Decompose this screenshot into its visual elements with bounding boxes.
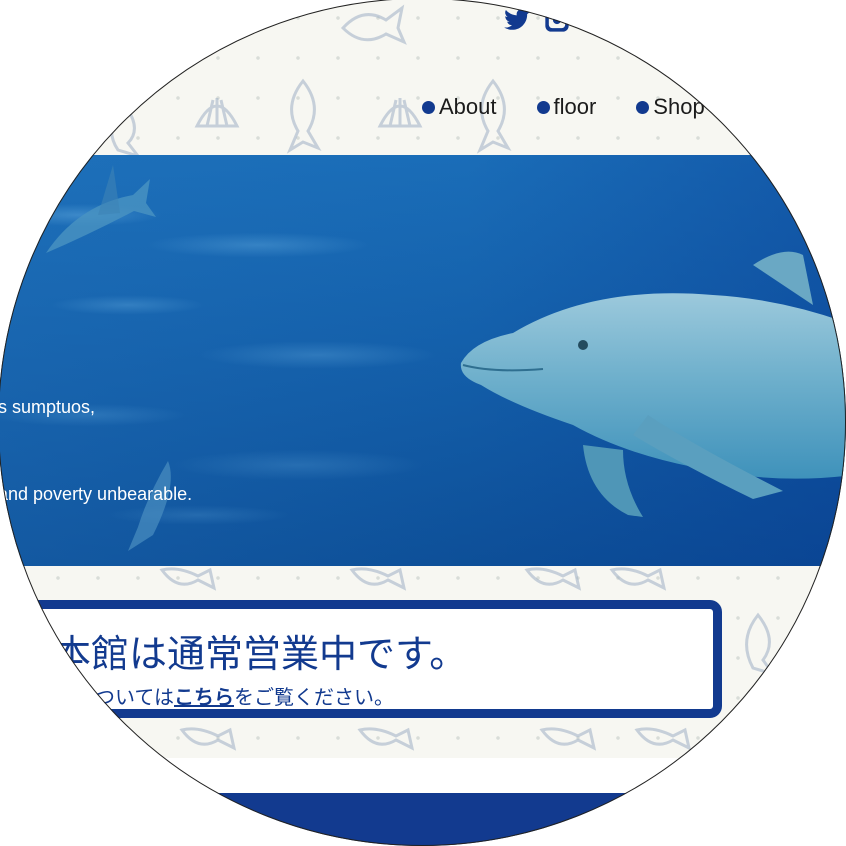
fish-icon — [110, 100, 142, 158]
bullet-icon — [536, 100, 550, 114]
footer-bar — [213, 793, 633, 846]
hero-line: and poverty unbearable. — [0, 484, 193, 504]
fish-icon — [340, 4, 407, 45]
nav-item-floor[interactable]: floor — [536, 94, 597, 120]
nav-item-shop[interactable]: Shop — [636, 94, 705, 120]
fish-icon — [745, 612, 777, 677]
social-links — [503, 6, 611, 34]
nav-label: floor — [553, 94, 597, 119]
notice-title: 本館は通常営業中です。 — [53, 632, 468, 676]
hero-line: s sumptuos, — [0, 397, 96, 417]
fish-icon — [159, 567, 217, 591]
fish-icon — [539, 727, 597, 751]
page-viewport: About floor Shop s sumptuos, and poverty… — [0, 0, 846, 846]
hero-banner: s sumptuos, and poverty unbearable. — [0, 155, 846, 566]
notice-link[interactable]: こちら — [174, 685, 234, 709]
nav-label: About — [439, 94, 497, 119]
notice-subtext: ついてはこちらをご覧ください。 — [95, 681, 394, 710]
fish-icon — [524, 567, 582, 591]
facebook-icon[interactable] — [583, 6, 611, 34]
twitter-icon[interactable] — [503, 6, 531, 34]
nav-item-about[interactable]: About — [422, 94, 497, 120]
instagram-icon[interactable] — [543, 6, 571, 34]
bullet-icon — [422, 100, 435, 114]
notice-sub-prefix: ついては — [95, 685, 174, 709]
fish-image — [46, 165, 156, 253]
fish-icon — [609, 567, 667, 591]
fish-icon — [634, 727, 692, 751]
shell-icon — [194, 98, 240, 128]
hero-caption: s sumptuos, and poverty unbearable. — [0, 335, 192, 566]
notice-sub-suffix: をご覧ください。 — [234, 685, 394, 709]
dolphin-image — [460, 251, 846, 517]
bullet-icon — [636, 100, 650, 114]
nav-label: Shop — [653, 94, 705, 119]
fish-icon — [286, 78, 322, 154]
fish-icon — [357, 727, 415, 751]
shell-icon — [377, 98, 423, 128]
fish-icon — [349, 567, 407, 591]
notice-box: 本館は通常営業中です。 ついてはこちらをご覧ください。 — [26, 600, 722, 718]
fish-icon — [179, 727, 237, 751]
main-nav: About floor Shop — [422, 94, 705, 120]
magnifier-lens: About floor Shop s sumptuos, and poverty… — [0, 0, 846, 846]
